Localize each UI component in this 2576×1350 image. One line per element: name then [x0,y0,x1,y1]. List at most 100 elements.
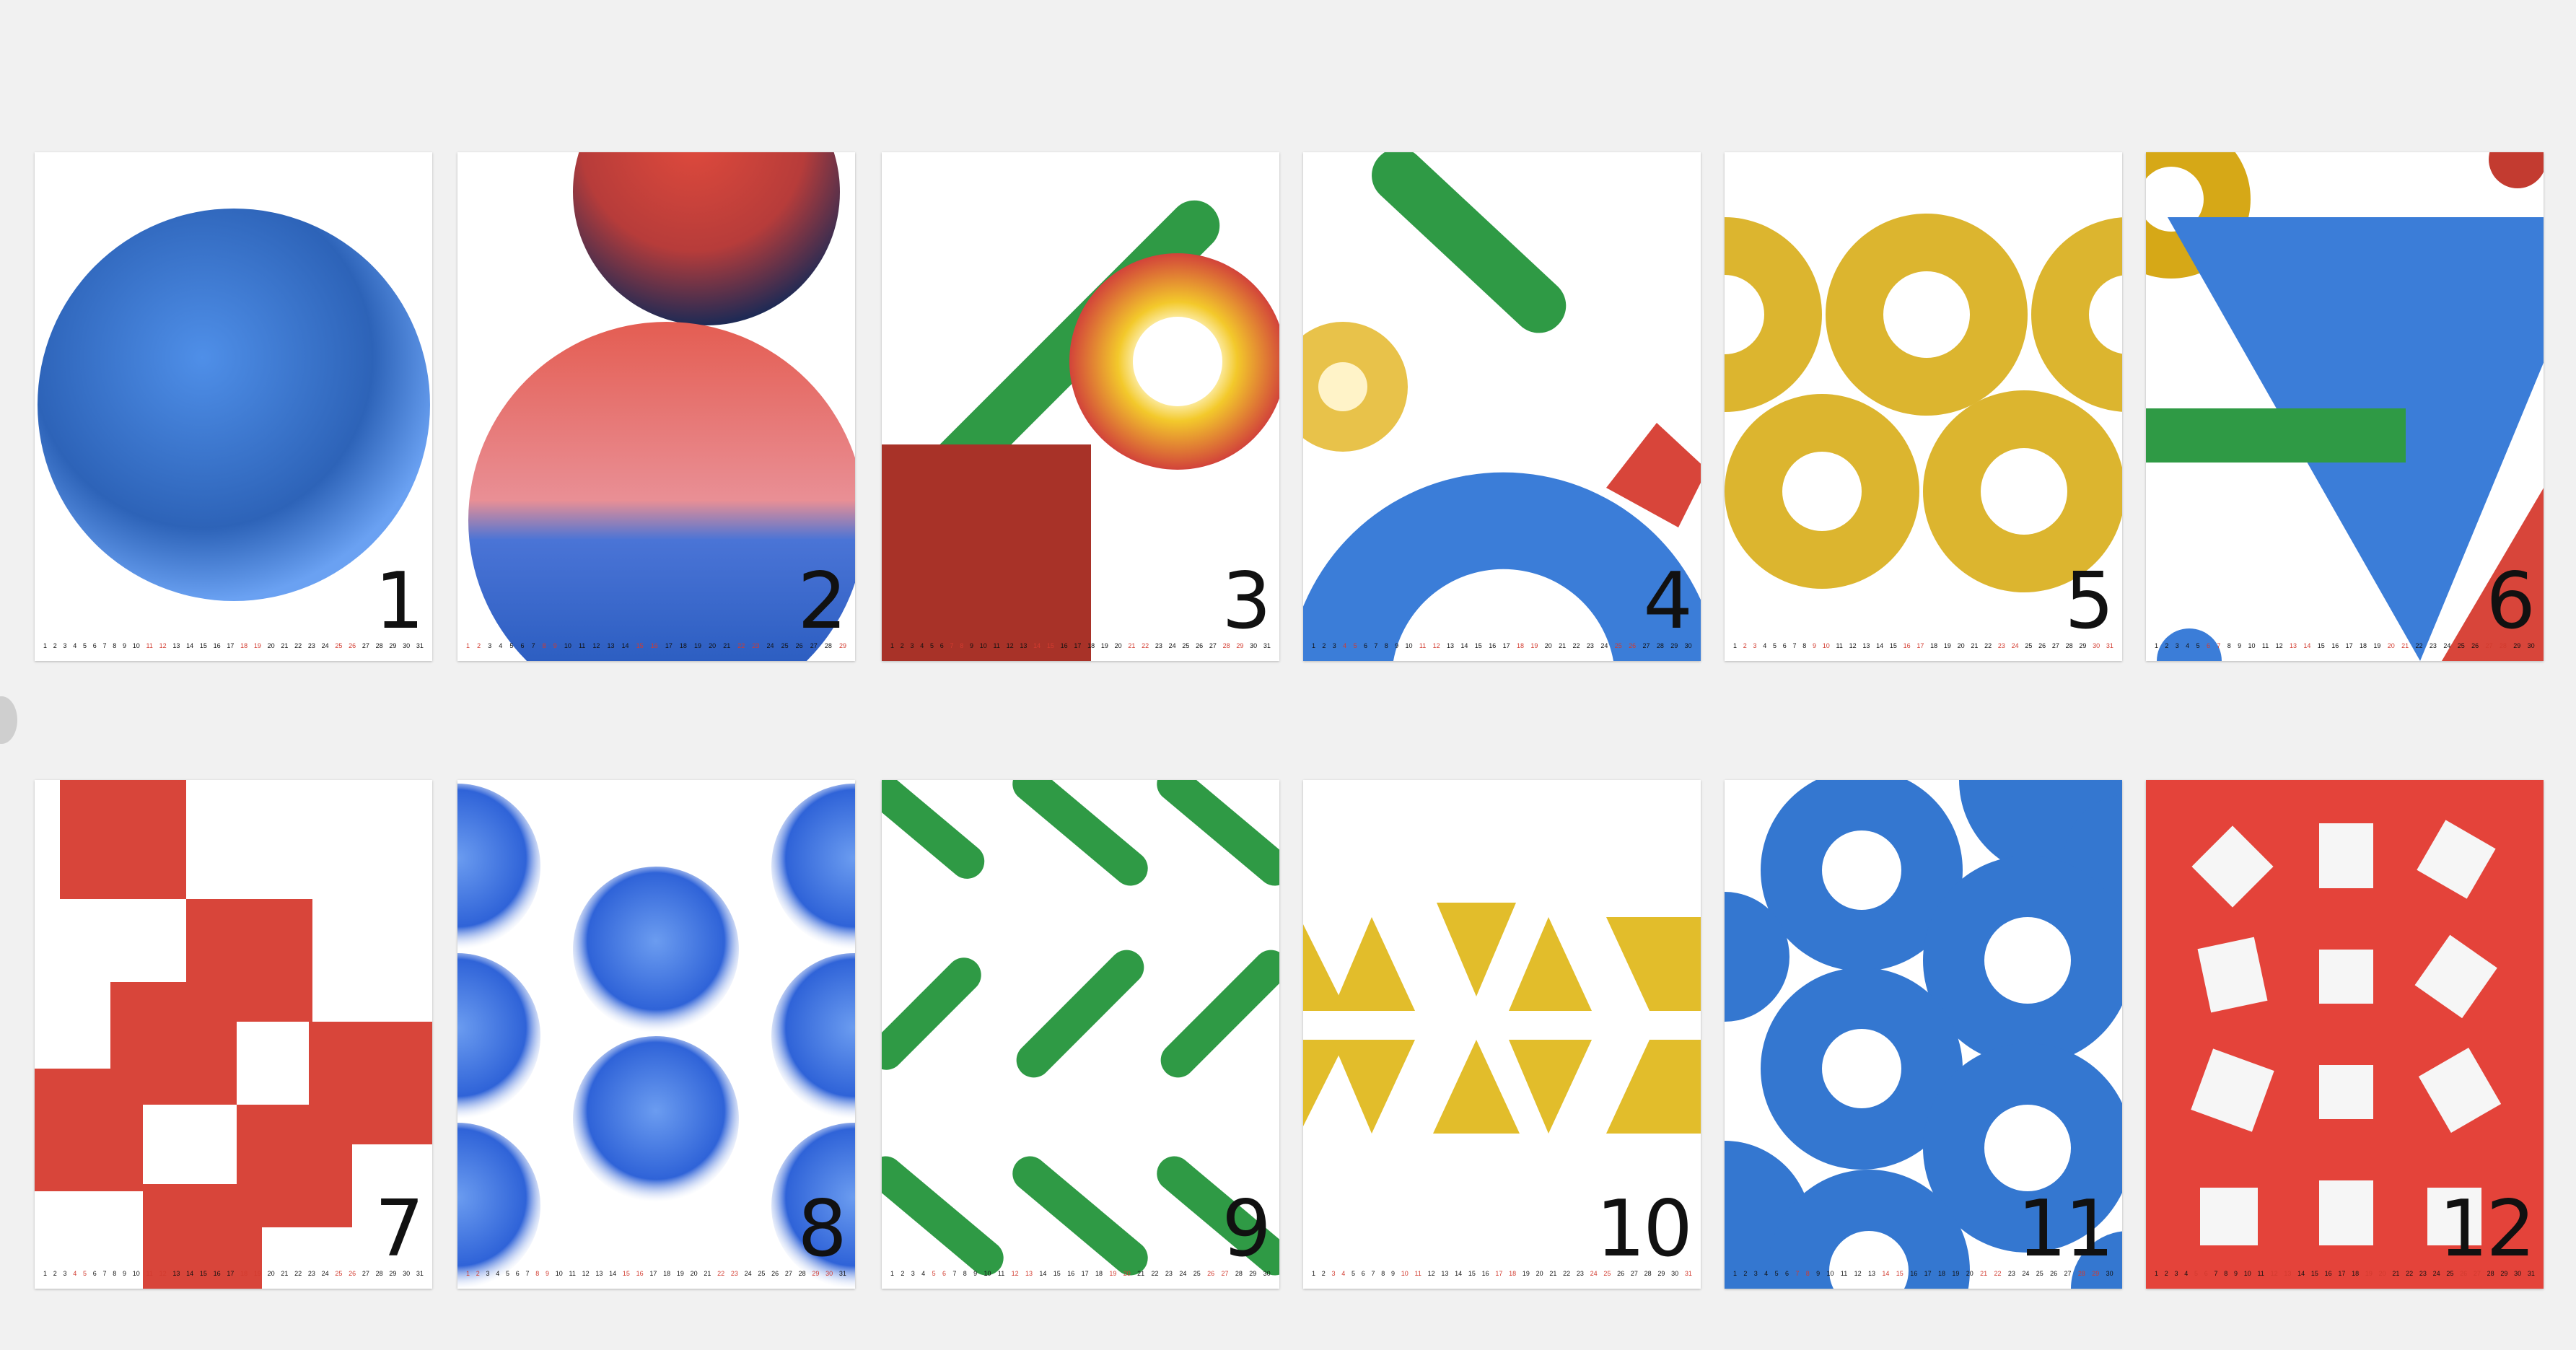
day-number: 23 [1997,642,2005,649]
day-number: 13 [595,1270,603,1277]
day-number: 28 [798,1270,806,1277]
day-number: 5 [930,642,934,649]
day-number: 15 [622,1270,630,1277]
day-number: 3 [1753,642,1757,649]
day-number: 16 [213,642,221,649]
day-number: 17 [665,642,673,649]
day-number: 14 [2297,1270,2305,1277]
day-number: 2 [53,1270,57,1277]
day-number: 23 [1586,642,1594,649]
day-number: 29 [2513,642,2521,649]
day-number: 4 [73,642,77,649]
day-number: 2 [1321,1270,1326,1277]
day-number: 5 [1351,1270,1356,1277]
day-number: 15 [1046,642,1054,649]
day-number: 18 [2352,1270,2360,1277]
day-number: 2 [1322,642,1326,649]
day-number: 26 [1196,642,1204,649]
month-page-7[interactable]: 7 1 2 3 4 5 6 7 8 9 10 11 12 13 14 15 16 17 18 19 20 21 22 23 2… [35,780,432,1289]
day-number: 18 [663,1270,671,1277]
day-number: 13 [172,1270,180,1277]
day-number: 30 [2527,642,2535,649]
month-4-artwork [1303,152,1701,661]
day-number: 17 [227,642,235,649]
day-number: 26 [795,642,803,649]
day-number: 28 [375,642,383,649]
day-number: 12 [1427,1270,1435,1277]
day-number: 8 [1381,1270,1385,1277]
month-page-1[interactable]: 1 1 2 3 4 5 6 7 8 9 10 11 12 13 14 15 16 17 18 19 20 21 22 23 2… [35,152,432,661]
day-strip: 1 2 3 4 5 6 7 8 9 10 11 12 13 14 15 16 17 18 19 20 21 22 23 24 2… [1312,642,1692,649]
month-page-2[interactable]: 2 1 2 3 4 5 6 7 8 9 10 11 12 13 14 15 16 17 18 19 20 21 22 23 2… [457,152,855,661]
day-number: 25 [335,1270,343,1277]
day-number: 11 [1840,1270,1848,1277]
day-number: 9 [1816,1270,1821,1277]
day-number: 6 [1363,642,1367,649]
month-page-5[interactable]: 5 1 2 3 4 5 6 7 8 9 10 11 12 13 14 15 16 17 18 19 20 21 22 23 2… [1725,152,2122,661]
day-number: 22 [294,642,302,649]
day-number: 29 [389,642,397,649]
day-number: 8 [1802,642,1807,649]
day-number: 11 [569,1270,576,1277]
day-number: 3 [1332,642,1336,649]
day-number: 31 [2527,1270,2535,1277]
day-number: 24 [321,1270,329,1277]
month-page-11[interactable]: 11 1 2 3 4 5 6 7 8 9 10 11 12 13 14 15 16 17 18 19 20 21 22 23… [1725,780,2122,1289]
day-number: 4 [1764,1270,1769,1277]
day-number: 30 [1263,1270,1271,1277]
month-number: 10 [1595,1184,1693,1274]
day-number: 22 [1151,1270,1159,1277]
day-number: 8 [2227,642,2231,649]
day-number: 24 [1600,642,1608,649]
day-number: 23 [1155,642,1162,649]
month-page-3[interactable]: 3 1 2 3 4 5 6 7 8 9 10 11 12 13 14 15 16 17 18 19 20 21 22 23 2… [882,152,1279,661]
day-strip: 1 2 3 4 5 6 7 8 9 10 11 12 13 14 15 16 17 18 19 20 21 22 23 24 2… [43,642,424,649]
day-number: 26 [2050,1270,2058,1277]
day-number: 21 [2392,1270,2400,1277]
day-number: 26 [349,642,356,649]
day-number: 20 [1114,642,1122,649]
day-number: 22 [1563,1270,1571,1277]
day-number: 18 [240,642,248,649]
day-number: 17 [1074,642,1082,649]
day-strip: 1 2 3 4 5 6 7 8 9 10 11 12 13 14 15 16 17 18 19 20 21 22 23 24 2… [1733,642,2113,649]
day-number: 14 [1882,1270,1890,1277]
day-number: 3 [1753,1270,1758,1277]
day-number: 21 [704,1270,711,1277]
day-number: 10 [1401,1270,1409,1277]
day-number: 29 [812,1270,820,1277]
day-number: 18 [1937,1270,1945,1277]
day-number: 1 [2155,1270,2159,1277]
month-number: 5 [2064,556,2114,646]
day-number: 6 [1784,1270,1789,1277]
day-number: 4 [2186,642,2190,649]
day-number: 30 [825,1270,833,1277]
day-number: 9 [553,642,557,649]
day-number: 17 [227,1270,235,1277]
day-number: 23 [2007,1270,2015,1277]
day-number: 19 [253,642,261,649]
month-page-8[interactable]: 8 1 2 3 4 5 6 7 8 9 10 11 12 13 14 15 16 17 18 19 20 21 22 23 2… [457,780,855,1289]
day-number: 29 [1657,1270,1665,1277]
day-number: 27 [362,642,369,649]
month-page-10[interactable]: 10 1 2 3 4 5 6 7 8 9 10 11 12 13 14 15 16 17 18 19 20 21 22 23… [1303,780,1701,1289]
day-number: 24 [2022,1270,2030,1277]
month-page-6[interactable]: 6 1 2 3 4 5 6 7 8 9 10 11 12 13 14 15 16 17 18 19 20 21 22 23 2… [2146,152,2544,661]
day-number: 15 [2310,1270,2318,1277]
day-number: 18 [1509,1270,1517,1277]
day-number: 5 [2194,1270,2199,1277]
day-number: 17 [1924,1270,1932,1277]
month-number: 8 [797,1184,847,1274]
month-page-4[interactable]: 4 1 2 3 4 5 6 7 8 9 10 11 12 13 14 15 16 17 18 19 20 21 22 23 2… [1303,152,1701,661]
day-number: 2 [900,642,904,649]
day-number: 9 [546,1270,550,1277]
day-number: 11 [1414,1270,1421,1277]
day-number: 23 [307,642,315,649]
day-number: 19 [1530,642,1538,649]
day-number: 11 [146,1270,153,1277]
month-page-9[interactable]: 9 1 2 3 4 5 6 7 8 9 10 11 12 13 14 15 16 17 18 19 20 21 22 23 2… [882,780,1279,1289]
day-number: 1 [1733,642,1738,649]
month-number: 3 [1222,556,1271,646]
month-page-12[interactable]: 12 1 2 3 4 5 6 7 8 9 10 11 12 13 14 15 16 17 18 19 20 21 22 23… [2146,780,2544,1289]
day-number: 17 [649,1270,657,1277]
